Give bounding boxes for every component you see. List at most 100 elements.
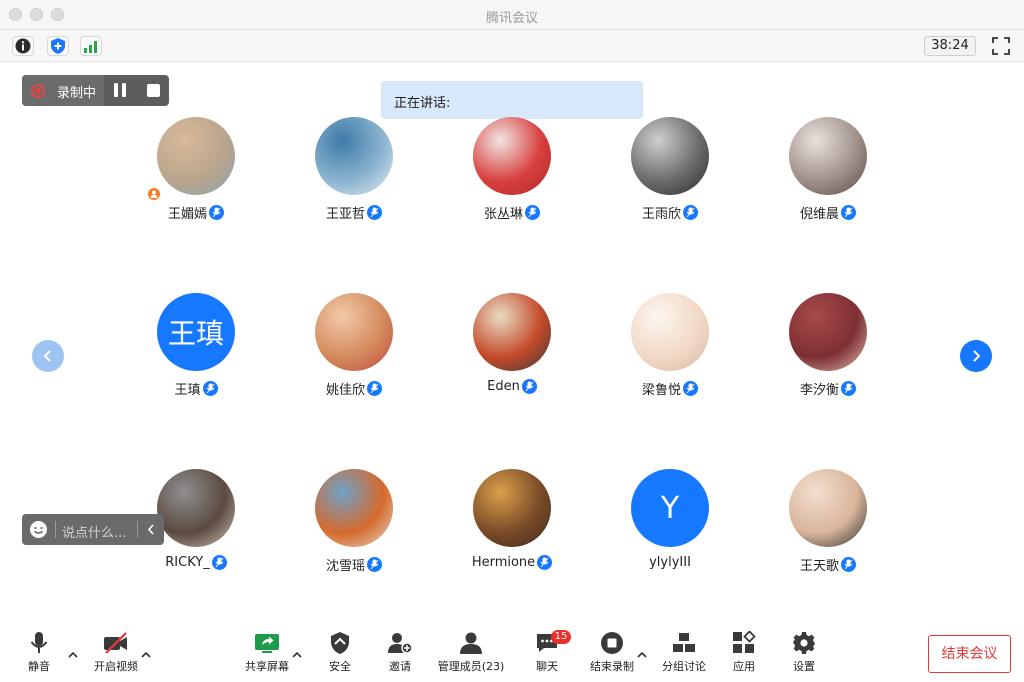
- recording-label: 录制中: [57, 86, 97, 101]
- participant-name: Eden: [487, 379, 520, 394]
- info-icon[interactable]: [12, 36, 34, 56]
- mic-muted-icon: [521, 379, 537, 394]
- participant-name: 王亚哲: [325, 207, 365, 222]
- avatar: [157, 469, 235, 547]
- mic-muted-icon: [202, 381, 218, 396]
- mic-muted-icon: [367, 205, 382, 220]
- avatar: [789, 117, 867, 195]
- participant-name: 倪维晨: [799, 207, 839, 222]
- participant-tile[interactable]: 王媚嫣: [116, 117, 276, 237]
- participant-tile[interactable]: Hermione: [432, 469, 592, 589]
- participant-name: 王媚嫣: [167, 207, 207, 222]
- audio-options-chevron-up-icon[interactable]: [67, 650, 79, 660]
- stop-recording-icon[interactable]: [147, 84, 160, 97]
- apps-grid-icon: [730, 630, 758, 656]
- avatar: [473, 117, 551, 195]
- fullscreen-icon[interactable]: [992, 37, 1010, 55]
- manage-members-button[interactable]: 管理成员(23): [438, 630, 504, 678]
- invite-button[interactable]: 邀请: [386, 630, 414, 678]
- avatar: [631, 117, 709, 195]
- participant-tile[interactable]: 王雨欣: [590, 117, 750, 237]
- recording-control: 录制中: [22, 75, 169, 106]
- chat-quick-input[interactable]: 说点什么...: [22, 514, 164, 545]
- collapse-chat-icon[interactable]: [140, 520, 162, 539]
- divider: [55, 521, 56, 538]
- participant-name-row: 倪维晨: [748, 203, 908, 222]
- mute-button[interactable]: 静音: [23, 630, 55, 678]
- participant-name-row: 李汐衡: [748, 379, 908, 398]
- end-recording-button[interactable]: 结束录制: [590, 630, 634, 678]
- participant-tile[interactable]: YylylyIII: [590, 469, 750, 589]
- security-button[interactable]: 安全: [326, 630, 354, 678]
- participant-name: 梁鲁悦: [641, 383, 681, 398]
- recording-status[interactable]: 录制中: [22, 75, 104, 106]
- emoji-icon[interactable]: [29, 520, 48, 539]
- previous-page-button[interactable]: [32, 340, 64, 372]
- apps-button[interactable]: 应用: [730, 630, 758, 678]
- mic-muted-icon: [537, 555, 553, 570]
- participant-name: 李汐衡: [799, 383, 839, 398]
- participant-name-row: 王雨欣: [590, 203, 750, 222]
- participant-name-row: 王天歌: [748, 555, 908, 574]
- participant-name-row: RICKY_: [116, 555, 276, 570]
- avatar: [315, 293, 393, 371]
- participant-tile[interactable]: 王亚哲: [274, 117, 434, 237]
- participant-name-row: ylylyIII: [590, 555, 750, 570]
- participant-name: 沈雪瑶: [325, 559, 365, 574]
- chevron-right-icon: [973, 350, 981, 362]
- add-user-icon: [386, 630, 414, 656]
- participant-name: 王天歌: [799, 559, 839, 574]
- participant-tile[interactable]: 王瑱 王瑱: [116, 293, 276, 413]
- settings-button[interactable]: 设置: [790, 630, 818, 678]
- participant-name-row: 王亚哲: [274, 203, 434, 222]
- avatar: [473, 469, 551, 547]
- meeting-status-bar: 38:24: [0, 30, 1024, 62]
- mic-muted-icon: [367, 557, 382, 572]
- avatar: [789, 293, 867, 371]
- avatar: 王瑱: [157, 293, 235, 371]
- participant-name: Hermione: [471, 555, 536, 570]
- participant-tile[interactable]: 姚佳欣: [274, 293, 434, 413]
- mic-muted-icon: [841, 381, 856, 396]
- mic-muted-icon: [209, 205, 224, 220]
- mic-muted-icon: [683, 381, 698, 396]
- next-page-button[interactable]: [960, 340, 992, 372]
- pause-recording-icon[interactable]: [114, 83, 127, 97]
- recording-dot-icon: [31, 84, 45, 98]
- speaking-label: 正在讲话:: [394, 96, 451, 111]
- participant-tile[interactable]: 倪维晨: [748, 117, 908, 237]
- breakout-rooms-button[interactable]: 分组讨论: [662, 630, 706, 678]
- video-options-chevron-up-icon[interactable]: [140, 650, 152, 660]
- participant-tile[interactable]: Eden: [432, 293, 592, 413]
- title-bar: 腾讯会议: [0, 0, 1024, 30]
- avatar: [157, 117, 235, 195]
- share-screen-icon: [253, 630, 281, 656]
- chat-placeholder: 说点什么...: [62, 526, 127, 541]
- window-title: 腾讯会议: [485, 11, 538, 26]
- participant-tile[interactable]: 李汐衡: [748, 293, 908, 413]
- start-video-button[interactable]: 开启视频: [92, 630, 140, 678]
- participant-tile[interactable]: 沈雪瑶: [274, 469, 434, 589]
- participant-name-row: 王瑱: [116, 379, 276, 398]
- end-meeting-button[interactable]: 结束会议: [928, 635, 1011, 673]
- security-shield-icon: [326, 630, 354, 656]
- avatar: [315, 117, 393, 195]
- participant-tile[interactable]: 王天歌: [748, 469, 908, 589]
- participant-name-row: 沈雪瑶: [274, 555, 434, 574]
- host-user-icon: [146, 186, 162, 202]
- record-options-chevron-up-icon[interactable]: [636, 650, 648, 660]
- network-signal-icon[interactable]: [80, 36, 102, 56]
- participant-name: RICKY_: [165, 555, 210, 570]
- share-options-chevron-up-icon[interactable]: [291, 650, 303, 660]
- microphone-icon: [25, 630, 53, 656]
- participant-tile[interactable]: 张丛琳: [432, 117, 592, 237]
- members-icon: [457, 630, 485, 656]
- participant-name-row: 王媚嫣: [116, 203, 276, 222]
- participant-name: 张丛琳: [483, 207, 523, 222]
- participant-tile[interactable]: 梁鲁悦: [590, 293, 750, 413]
- stop-record-icon: [598, 630, 626, 656]
- share-screen-button[interactable]: 共享屏幕: [244, 630, 290, 678]
- camera-off-icon: [102, 630, 130, 656]
- breakout-rooms-icon: [670, 630, 698, 656]
- security-shield-icon[interactable]: [47, 36, 69, 56]
